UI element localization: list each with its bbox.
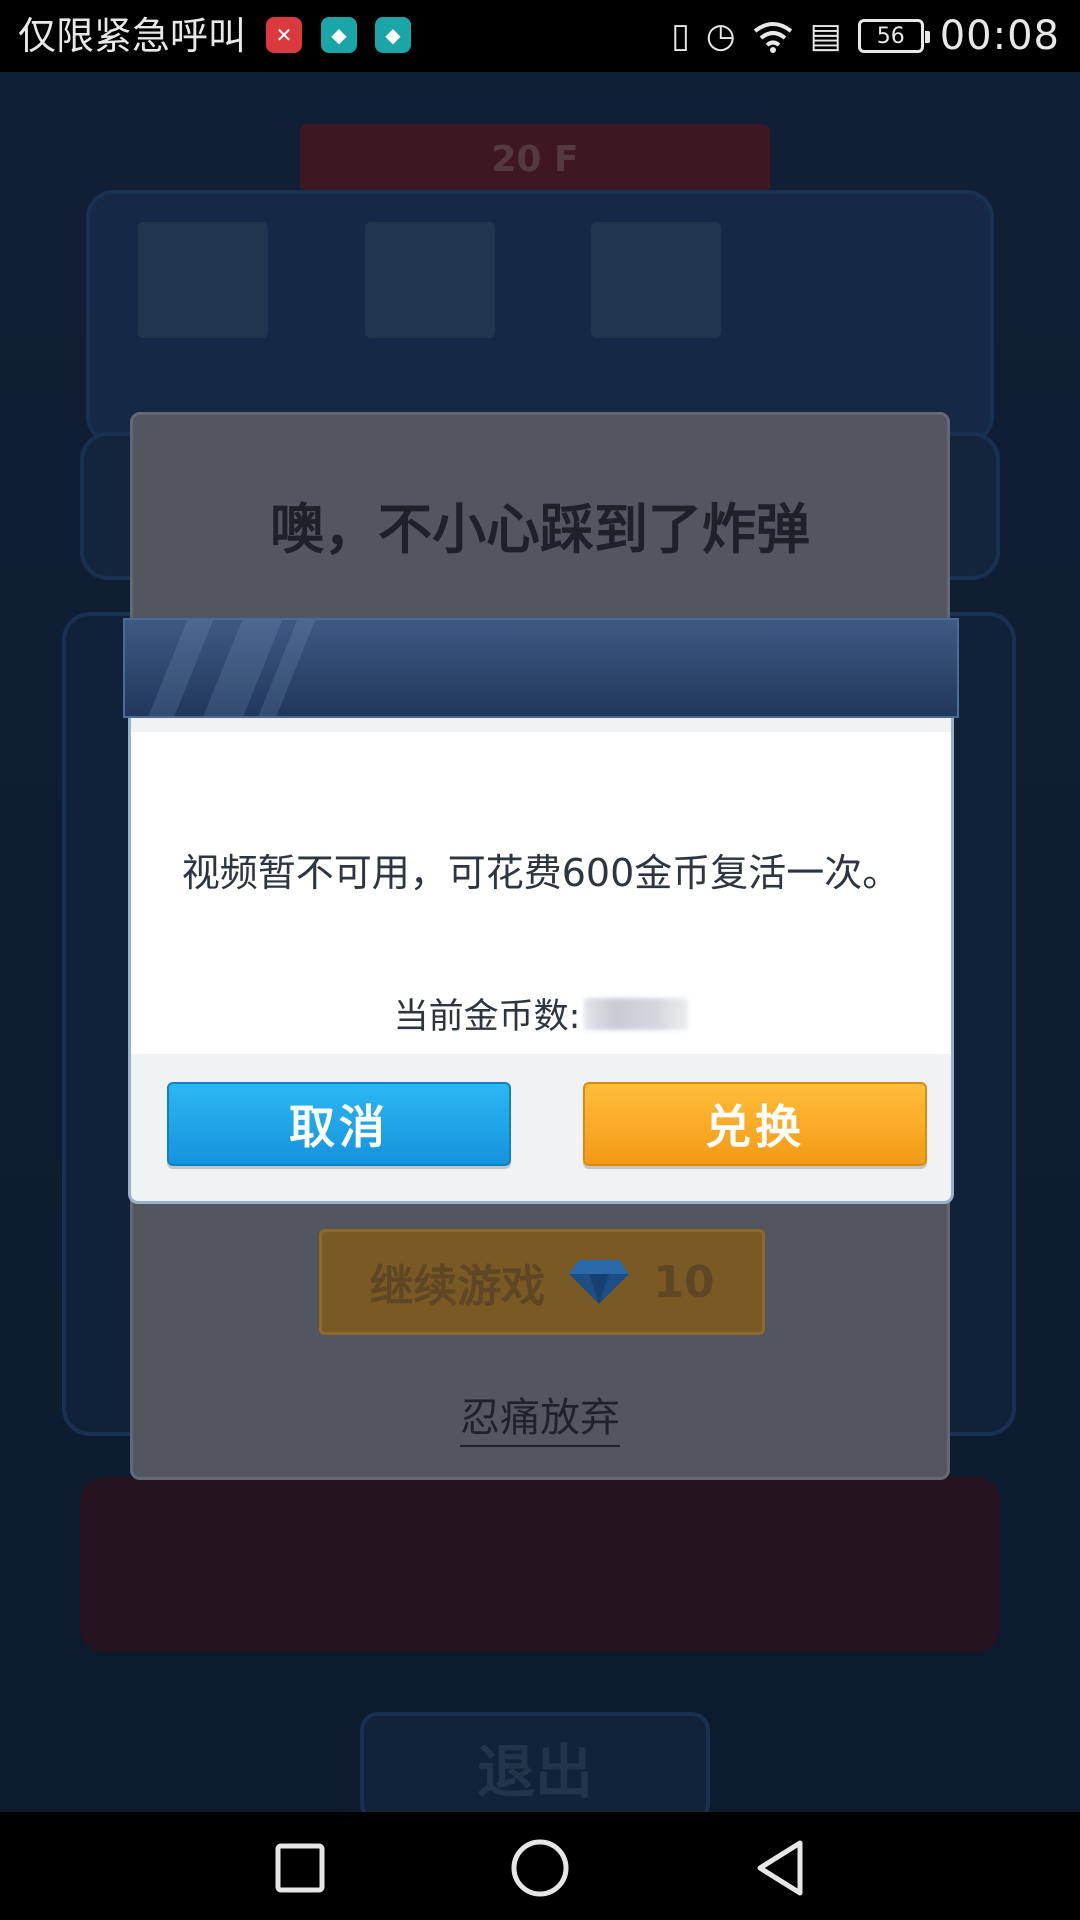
confirm-dialog-body: 视频暂不可用，可花费600金币复活一次。 当前金币数: 取消 兑换 xyxy=(128,718,954,1204)
back-button[interactable] xyxy=(748,1836,812,1900)
diamond-icon xyxy=(569,1260,630,1304)
square-icon xyxy=(275,1843,325,1893)
clock: 00:08 xyxy=(939,13,1060,59)
coin-count-label: 当前金币数: xyxy=(393,997,581,1037)
circle-icon xyxy=(511,1839,569,1897)
battery-icon: 56 xyxy=(857,19,930,53)
recents-button[interactable] xyxy=(268,1836,332,1900)
shield-icon: ◆ xyxy=(375,17,411,53)
confirm-message: 视频暂不可用，可花费600金币复活一次。 xyxy=(181,851,901,895)
sim-icon: ▤ xyxy=(809,16,842,56)
continue-label: 继续游戏 xyxy=(369,1261,546,1312)
confirm-dialog: 视频暂不可用，可花费600金币复活一次。 当前金币数: 取消 兑换 xyxy=(123,618,959,1204)
carrier-label: 仅限紧急呼叫 xyxy=(18,14,247,58)
vibrate-icon: ▯ xyxy=(671,16,690,56)
confirm-dialog-header xyxy=(123,618,959,718)
wifi-icon xyxy=(753,22,792,53)
notification-app-icon: ✕ xyxy=(266,17,302,53)
back-triangle-icon xyxy=(757,1840,803,1896)
status-bar: 仅限紧急呼叫 ✕ ◆ ◆ ▯ ◷ ▤ 56 00:08 xyxy=(0,0,1080,72)
continue-cost: 10 xyxy=(653,1256,715,1308)
home-button[interactable] xyxy=(508,1836,572,1900)
exchange-button[interactable]: 兑换 xyxy=(583,1082,927,1166)
shield-icon: ◆ xyxy=(321,17,357,53)
bomb-dialog-title: 噢，不小心踩到了炸弹 xyxy=(270,498,810,561)
alarm-icon: ◷ xyxy=(705,16,736,56)
cancel-button[interactable]: 取消 xyxy=(167,1082,511,1166)
coin-count-row: 当前金币数: xyxy=(131,988,951,1039)
give-up-link[interactable]: 忍痛放弃 xyxy=(133,1385,947,1447)
navigation-bar xyxy=(0,1812,1080,1920)
continue-game-button[interactable]: 继续游戏 10 xyxy=(319,1229,765,1335)
give-up-label: 忍痛放弃 xyxy=(460,1395,620,1447)
coin-count-value-redacted xyxy=(584,997,689,1030)
message-area: 视频暂不可用，可花费600金币复活一次。 当前金币数: xyxy=(131,732,951,1054)
